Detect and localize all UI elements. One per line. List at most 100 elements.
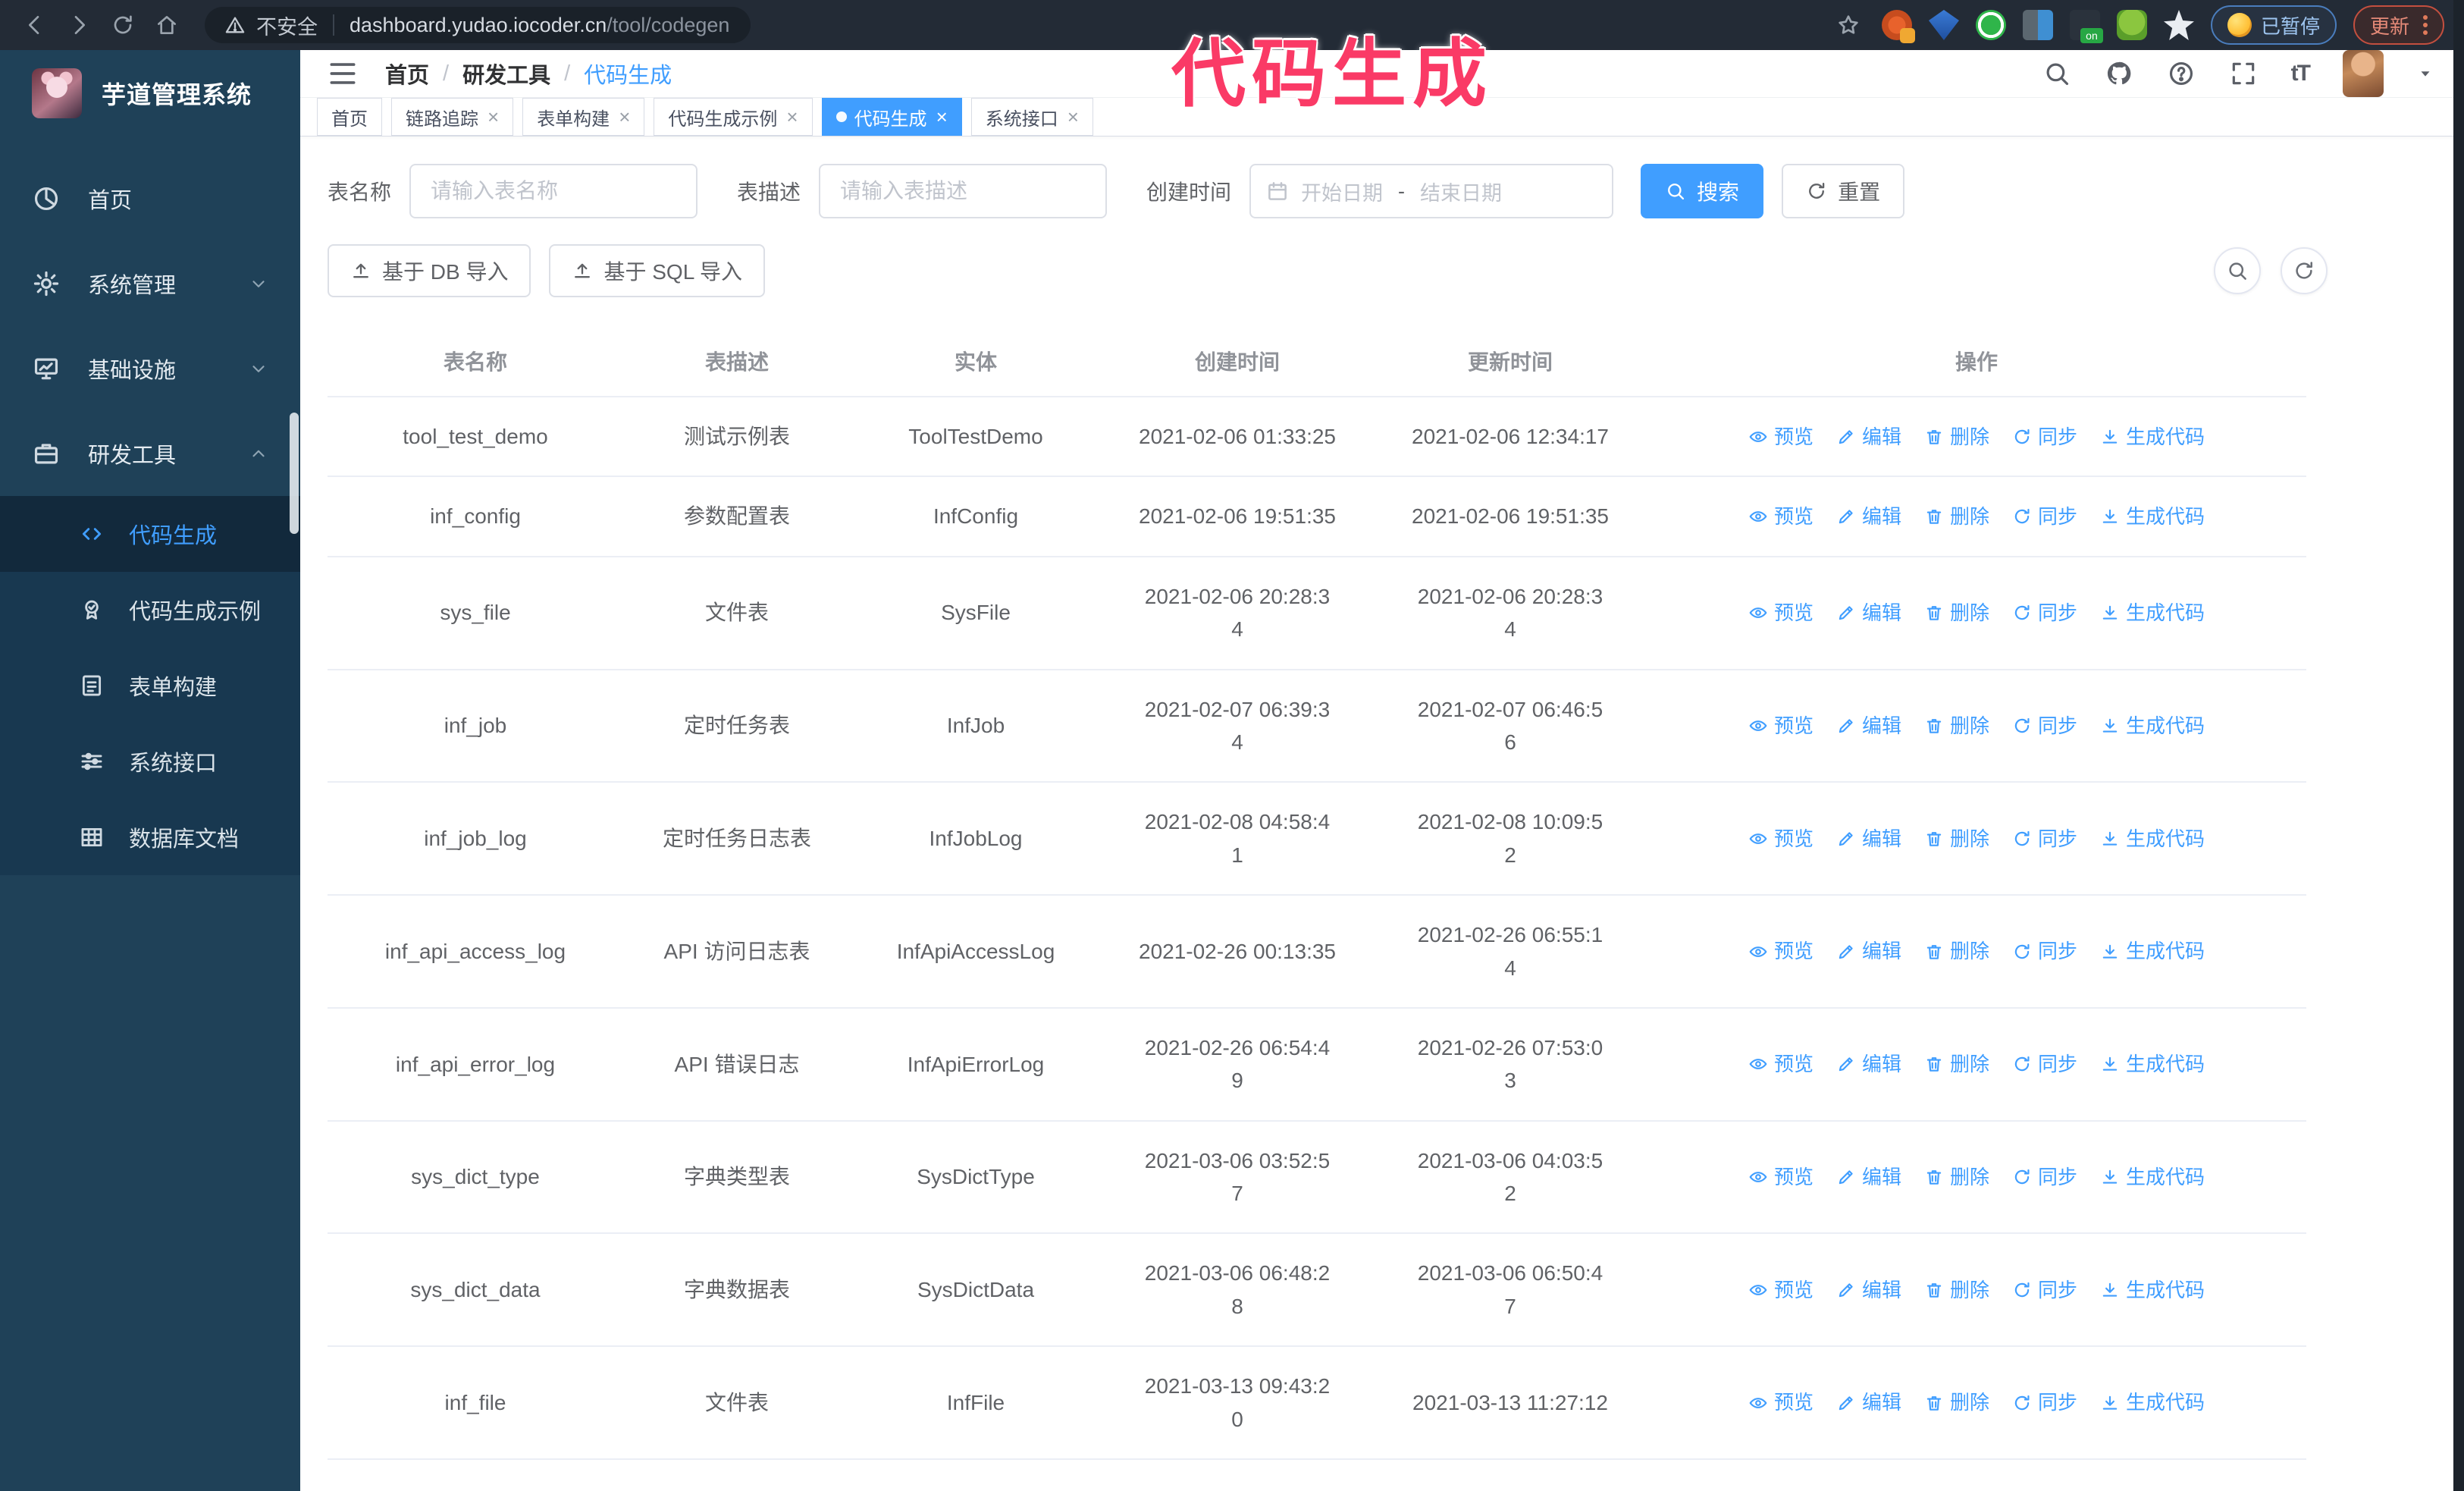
action-edit-link[interactable]: 编辑 xyxy=(1836,1275,1901,1305)
extension-icon[interactable] xyxy=(2022,10,2053,40)
close-tab-icon[interactable]: × xyxy=(786,105,798,129)
close-tab-icon[interactable]: × xyxy=(936,105,948,129)
tab-form-builder[interactable]: 表单构建 × xyxy=(522,98,645,136)
update-button[interactable]: 更新 xyxy=(2353,5,2444,45)
action-edit-link[interactable]: 编辑 xyxy=(1836,1049,1901,1079)
sidebar-item-infrastructure[interactable]: 基础设施 xyxy=(0,326,300,411)
action-delete-link[interactable]: 删除 xyxy=(1924,598,1989,628)
extension-icon[interactable] xyxy=(2116,10,2147,40)
date-range-picker[interactable]: 开始日期 - 结束日期 xyxy=(1249,164,1614,218)
browser-forward-button[interactable] xyxy=(59,5,99,45)
action-sync-link[interactable]: 同步 xyxy=(2012,936,2077,966)
action-preview-link[interactable]: 预览 xyxy=(1748,711,1814,741)
action-delete-link[interactable]: 删除 xyxy=(1924,501,1989,532)
action-generate-code-link[interactable]: 生成代码 xyxy=(2100,824,2205,854)
action-sync-link[interactable]: 同步 xyxy=(2012,422,2077,452)
table-name-input[interactable] xyxy=(409,164,698,218)
table-row[interactable]: tool_test_demo 测试示例表 ToolTestDemo 2021-0… xyxy=(328,397,2306,478)
sidebar-item-dev-tools[interactable]: 研发工具 xyxy=(0,411,300,496)
action-generate-code-link[interactable]: 生成代码 xyxy=(2100,1275,2205,1305)
search-icon[interactable] xyxy=(2042,59,2071,88)
action-sync-link[interactable]: 同步 xyxy=(2012,711,2077,741)
action-delete-link[interactable]: 删除 xyxy=(1924,1162,1989,1192)
action-generate-code-link[interactable]: 生成代码 xyxy=(2100,598,2205,628)
action-edit-link[interactable]: 编辑 xyxy=(1836,1387,1901,1417)
sidebar-item-system-api[interactable]: 系统接口 xyxy=(0,724,300,799)
action-generate-code-link[interactable]: 生成代码 xyxy=(2100,711,2205,741)
reset-button[interactable]: 重置 xyxy=(1782,164,1905,218)
table-row[interactable]: inf_file 文件表 InfFile 2021-03-13 09:43:2 … xyxy=(328,1346,2306,1461)
extension-icon[interactable] xyxy=(1881,10,1915,43)
address-bar[interactable]: 不安全 dashboard.yudao.iocoder.cn/tool/code… xyxy=(205,7,751,43)
action-sync-link[interactable]: 同步 xyxy=(2012,1387,2077,1417)
font-size-icon[interactable]: tT xyxy=(2291,61,2311,86)
table-row[interactable]: inf_job_log 定时任务日志表 InfJobLog 2021-02-08… xyxy=(328,782,2306,896)
sidebar-scrollbar[interactable] xyxy=(290,413,299,534)
extension-icon[interactable] xyxy=(2163,10,2194,40)
tab-system-api[interactable]: 系统接口 × xyxy=(970,98,1093,136)
paused-badge[interactable]: 已暂停 xyxy=(2210,5,2337,45)
refresh-table-button[interactable] xyxy=(2281,247,2328,294)
tab-codegen-example[interactable]: 代码生成示例 × xyxy=(654,98,813,136)
table-row[interactable]: inf_job 定时任务表 InfJob 2021-02-07 06:39:3 … xyxy=(328,669,2306,783)
action-preview-link[interactable]: 预览 xyxy=(1748,824,1814,854)
action-sync-link[interactable]: 同步 xyxy=(2012,1049,2077,1079)
action-delete-link[interactable]: 删除 xyxy=(1924,1387,1989,1417)
action-generate-code-link[interactable]: 生成代码 xyxy=(2100,1049,2205,1079)
browser-home-button[interactable] xyxy=(147,5,187,45)
action-sync-link[interactable]: 同步 xyxy=(2012,1162,2077,1192)
sidebar-item-codegen[interactable]: 代码生成 xyxy=(0,496,300,572)
table-row[interactable]: sys_file 文件表 SysFile 2021-02-06 20:28:3 … xyxy=(328,556,2306,670)
sidebar-item-db-doc[interactable]: 数据库文档 xyxy=(0,799,300,875)
action-delete-link[interactable]: 删除 xyxy=(1924,422,1989,452)
sidebar-item-system-admin[interactable]: 系统管理 xyxy=(0,241,300,326)
sidebar-item-form-builder[interactable]: 表单构建 xyxy=(0,648,300,724)
fullscreen-icon[interactable] xyxy=(2229,59,2258,88)
toggle-search-button[interactable] xyxy=(2214,247,2261,294)
action-delete-link[interactable]: 删除 xyxy=(1924,824,1989,854)
sidebar-toggle-icon[interactable] xyxy=(326,57,359,90)
action-sync-link[interactable]: 同步 xyxy=(2012,1275,2077,1305)
action-edit-link[interactable]: 编辑 xyxy=(1836,598,1901,628)
action-edit-link[interactable]: 编辑 xyxy=(1836,936,1901,966)
action-preview-link[interactable]: 预览 xyxy=(1748,1387,1814,1417)
tab-trace[interactable]: 链路追踪 × xyxy=(391,98,514,136)
action-edit-link[interactable]: 编辑 xyxy=(1836,711,1901,741)
table-row[interactable]: inf_api_access_log API 访问日志表 InfApiAcces… xyxy=(328,895,2306,1009)
action-edit-link[interactable]: 编辑 xyxy=(1836,422,1901,452)
table-row[interactable]: sys_dict_type 字典类型表 SysDictType 2021-03-… xyxy=(328,1120,2306,1235)
action-edit-link[interactable]: 编辑 xyxy=(1836,1162,1901,1192)
caret-down-icon[interactable] xyxy=(2417,65,2434,82)
help-icon[interactable] xyxy=(2167,59,2196,88)
table-desc-input[interactable] xyxy=(819,164,1108,218)
table-row[interactable]: sys_dict_data 字典数据表 SysDictData 2021-03-… xyxy=(328,1233,2306,1348)
action-generate-code-link[interactable]: 生成代码 xyxy=(2100,1162,2205,1192)
action-preview-link[interactable]: 预览 xyxy=(1748,422,1814,452)
app-logo-row[interactable]: 芋道管理系统 xyxy=(0,50,300,137)
import-db-button[interactable]: 基于 DB 导入 xyxy=(328,244,531,297)
action-generate-code-link[interactable]: 生成代码 xyxy=(2100,501,2205,532)
action-preview-link[interactable]: 预览 xyxy=(1748,936,1814,966)
table-row[interactable]: inf_api_error_log API 错误日志 InfApiErrorLo… xyxy=(328,1007,2306,1122)
bookmark-star-button[interactable] xyxy=(1832,8,1865,42)
extension-icon[interactable]: on xyxy=(2069,10,2103,43)
action-preview-link[interactable]: 预览 xyxy=(1748,501,1814,532)
close-tab-icon[interactable]: × xyxy=(487,105,499,129)
github-icon[interactable] xyxy=(2105,59,2133,88)
action-delete-link[interactable]: 删除 xyxy=(1924,1049,1989,1079)
action-sync-link[interactable]: 同步 xyxy=(2012,501,2077,532)
action-generate-code-link[interactable]: 生成代码 xyxy=(2100,1387,2205,1417)
breadcrumb-item[interactable]: 研发工具 xyxy=(462,58,550,89)
search-button[interactable]: 搜索 xyxy=(1641,164,1764,218)
action-generate-code-link[interactable]: 生成代码 xyxy=(2100,936,2205,966)
action-preview-link[interactable]: 预览 xyxy=(1748,1275,1814,1305)
tab-codegen[interactable]: 代码生成 × xyxy=(821,98,962,136)
action-preview-link[interactable]: 预览 xyxy=(1748,598,1814,628)
table-row[interactable]: inf_config 参数配置表 InfConfig 2021-02-06 19… xyxy=(328,476,2306,557)
action-delete-link[interactable]: 删除 xyxy=(1924,936,1989,966)
extension-icon[interactable] xyxy=(1928,10,1959,40)
breadcrumb-item[interactable]: 首页 xyxy=(385,58,429,89)
import-sql-button[interactable]: 基于 SQL 导入 xyxy=(549,244,766,297)
extension-icon[interactable] xyxy=(1975,10,2006,40)
action-delete-link[interactable]: 删除 xyxy=(1924,711,1989,741)
